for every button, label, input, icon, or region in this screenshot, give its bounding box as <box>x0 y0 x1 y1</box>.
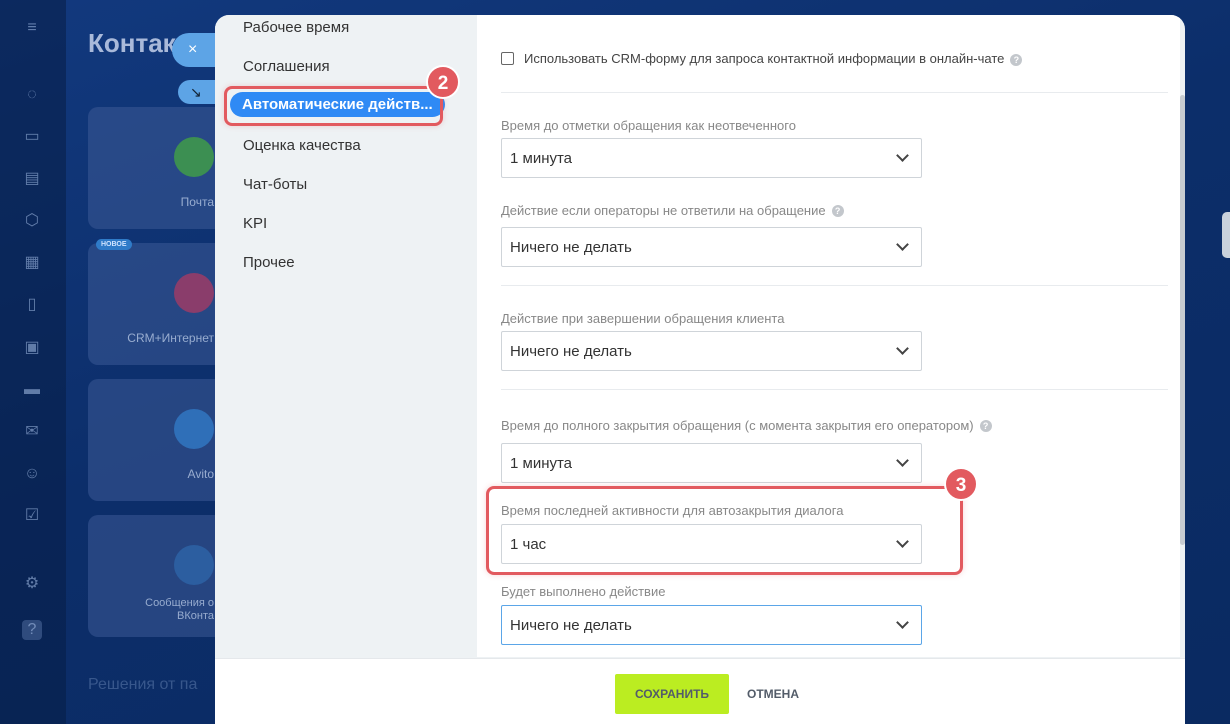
step-badge-3: 3 <box>944 467 978 501</box>
field-label: Действие при завершении обращения клиент… <box>501 311 785 326</box>
nav-item-chatbots[interactable]: Чат-боты <box>243 176 307 193</box>
left-sidebar: ≡ ◌ ▭ ▤ ⬡ ▦ ▯ ▣ ▬ ✉ ☺ ☑ ⚙ ? <box>0 0 66 724</box>
chevron-down-icon <box>896 342 909 355</box>
settings-icon[interactable]: ⚙ <box>22 574 42 594</box>
right-panel-handle[interactable] <box>1222 212 1230 258</box>
chevron-down-icon <box>896 238 909 251</box>
connector-card-avito[interactable]: Avito <box>88 379 228 501</box>
select-value: 1 минута <box>510 149 573 167</box>
close-icon: × <box>188 41 198 58</box>
connector-card-crm[interactable]: CRM+Интернет <box>88 243 228 365</box>
divider <box>501 389 1168 390</box>
menu-icon[interactable]: ≡ <box>22 18 42 38</box>
nav-item-other[interactable]: Прочее <box>243 254 295 271</box>
footer-actions: СОХРАНИТЬ ОТМЕНА <box>215 658 1185 724</box>
highlight-box-nav <box>224 86 443 126</box>
chat-icon[interactable]: ▭ <box>22 127 42 147</box>
feed-icon[interactable]: ◌ <box>22 85 42 105</box>
card-label: Avito <box>187 467 214 481</box>
help-icon[interactable]: ? <box>22 620 42 640</box>
full-close-time-select[interactable]: 1 минута <box>501 443 922 483</box>
check-icon[interactable]: ☑ <box>22 506 42 526</box>
select-value: Ничего не делать <box>510 342 632 360</box>
help-icon[interactable]: ? <box>831 204 844 217</box>
card-label: CRM+Интернет <box>127 331 214 345</box>
nav-item-kpi[interactable]: KPI <box>243 215 267 232</box>
crm-form-option[interactable]: Использовать CRM-форму для запроса конта… <box>501 51 1023 66</box>
settings-content: Использовать CRM-форму для запроса конта… <box>477 15 1180 657</box>
contacts-icon[interactable]: ☺ <box>22 464 42 484</box>
tasks-icon[interactable]: ▤ <box>22 169 42 189</box>
sites-icon[interactable]: ▣ <box>22 338 42 358</box>
select-value: Ничего не делать <box>510 616 632 634</box>
solutions-heading: Решения от па <box>88 676 198 693</box>
shop-icon[interactable]: ▬ <box>22 380 42 400</box>
chevron-down-icon <box>896 454 909 467</box>
mail-icon <box>174 137 214 177</box>
calendar-icon[interactable]: ▦ <box>22 253 42 273</box>
card-label: Почта <box>180 195 214 209</box>
no-answer-time-select[interactable]: 1 минута <box>501 138 922 178</box>
help-icon[interactable]: ? <box>979 419 992 432</box>
auto-close-action-select[interactable]: Ничего не делать <box>501 605 922 645</box>
divider <box>501 92 1168 93</box>
nav-item-quality[interactable]: Оценка качества <box>243 137 361 154</box>
cancel-button[interactable]: ОТМЕНА <box>741 674 805 714</box>
nav-item-agreements[interactable]: Соглашения <box>243 58 330 75</box>
save-button[interactable]: СОХРАНИТЬ <box>615 674 729 714</box>
connector-card-vk[interactable]: Сообщения о ВКонта <box>88 515 228 637</box>
card-label: Сообщения о ВКонта <box>145 597 214 622</box>
crm-icon[interactable]: ⬡ <box>22 211 42 231</box>
help-icon[interactable]: ? <box>1010 54 1023 66</box>
mail-icon[interactable]: ✉ <box>22 422 42 442</box>
field-label: Время до полного закрытия обращения (с м… <box>501 418 992 433</box>
shop-icon <box>174 273 214 313</box>
chevron-down-icon <box>896 616 909 629</box>
new-badge: НОВОЕ <box>96 239 132 250</box>
client-close-action-select[interactable]: Ничего не делать <box>501 331 922 371</box>
settings-nav: Рабочее время Соглашения Автоматические … <box>215 15 475 724</box>
step-badge-2: 2 <box>426 65 460 99</box>
field-label: Время до отметки обращения как неотвечен… <box>501 118 796 133</box>
chevron-down-icon <box>896 149 909 162</box>
field-label: Действие если операторы не ответили на о… <box>501 203 844 218</box>
highlight-box-autoclose <box>486 486 963 575</box>
docs-icon[interactable]: ▯ <box>22 295 42 315</box>
select-value: 1 минута <box>510 454 573 472</box>
connector-card-mail[interactable]: Почта <box>88 107 228 229</box>
minimize-icon: ↘ <box>190 84 202 100</box>
field-label: Будет выполнено действие <box>501 584 666 599</box>
crm-form-checkbox[interactable] <box>501 52 514 65</box>
no-answer-action-select[interactable]: Ничего не делать <box>501 227 922 267</box>
avito-icon <box>174 409 214 449</box>
select-value: Ничего не делать <box>510 238 632 256</box>
divider <box>501 285 1168 286</box>
crm-form-checkbox-label: Использовать CRM-форму для запроса конта… <box>524 51 1023 66</box>
scrollbar[interactable] <box>1180 95 1185 545</box>
vk-icon <box>174 545 214 585</box>
settings-slider: Рабочее время Соглашения Автоматические … <box>215 15 1185 724</box>
nav-item-working-time[interactable]: Рабочее время <box>243 19 349 36</box>
